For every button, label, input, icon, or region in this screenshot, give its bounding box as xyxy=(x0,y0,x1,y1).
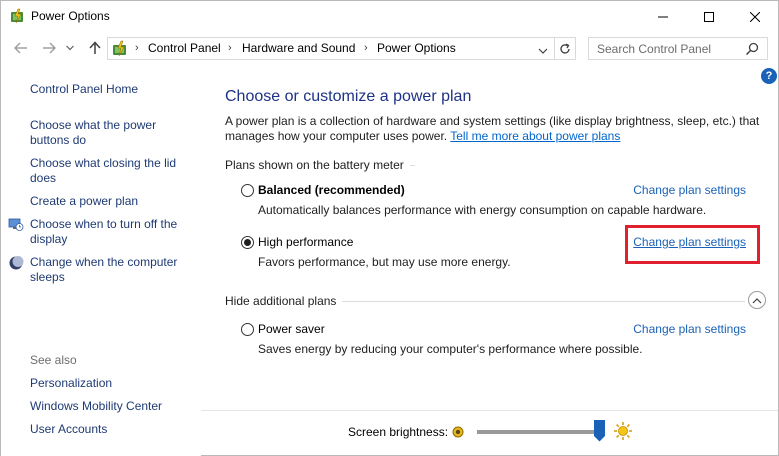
see-also-user-accounts[interactable]: User Accounts xyxy=(30,422,195,437)
high-performance-plan-description: Favors performance, but may use more ene… xyxy=(258,255,511,269)
close-button[interactable] xyxy=(732,1,778,32)
back-button[interactable] xyxy=(11,38,31,58)
sidebar-item-closing-lid[interactable]: Choose what closing the lid does xyxy=(30,156,195,186)
learn-more-link[interactable]: Tell me more about power plans xyxy=(450,129,620,143)
arrow-up-icon xyxy=(89,41,101,54)
minimize-button[interactable] xyxy=(640,1,686,32)
power-options-window: Power Options › Control Panel › Hardware… xyxy=(0,0,779,456)
power-options-app-icon xyxy=(9,8,26,25)
page-description: A power plan is a collection of hardware… xyxy=(225,114,765,144)
refresh-button[interactable] xyxy=(555,37,576,60)
brightness-slider-thumb[interactable] xyxy=(594,420,605,442)
recent-locations-button[interactable] xyxy=(64,38,76,58)
arrow-right-icon xyxy=(43,42,56,54)
dim-brightness-icon xyxy=(451,425,465,442)
battery-meter-group-label: Plans shown on the battery meter xyxy=(225,158,410,172)
brightness-slider-track[interactable] xyxy=(477,430,603,434)
power-saver-plan-description: Saves energy by reducing your computer's… xyxy=(258,342,643,356)
address-bar[interactable]: › Control Panel › Hardware and Sound › P… xyxy=(107,37,555,60)
monitor-clock-icon xyxy=(8,216,24,232)
maximize-icon xyxy=(704,11,714,22)
chevron-up-icon xyxy=(752,297,762,303)
brightness-slider-fill xyxy=(477,430,603,434)
balanced-plan-radio[interactable] xyxy=(241,184,254,197)
main-content: Choose or customize a power plan A power… xyxy=(201,61,778,411)
high-performance-plan-radio[interactable] xyxy=(241,236,254,249)
arrow-left-icon xyxy=(14,42,27,54)
bottom-divider xyxy=(201,410,778,411)
sidebar-item-computer-sleeps[interactable]: Change when the computer sleeps xyxy=(30,255,195,285)
breadcrumb-separator: › xyxy=(135,42,139,54)
see-also-personalization[interactable]: Personalization xyxy=(30,376,195,391)
collapse-plans-button[interactable] xyxy=(748,291,766,309)
chevron-down-icon xyxy=(66,45,74,51)
highlight-box xyxy=(625,225,760,264)
balanced-plan-description: Automatically balances performance with … xyxy=(258,203,707,217)
sidebar-control-panel-home[interactable]: Control Panel Home xyxy=(30,82,195,97)
page-title: Choose or customize a power plan xyxy=(225,88,472,105)
search-icon[interactable] xyxy=(745,42,759,59)
bright-brightness-icon xyxy=(613,421,633,444)
balanced-plan-name[interactable]: Balanced (recommended) xyxy=(258,183,405,197)
close-icon xyxy=(750,11,760,22)
sidebar-item-turn-off-display[interactable]: Choose when to turn off the display xyxy=(30,217,195,247)
search-box[interactable] xyxy=(588,37,768,60)
window-title: Power Options xyxy=(31,9,110,23)
breadcrumb-separator: › xyxy=(228,42,232,54)
screen-brightness-label: Screen brightness: xyxy=(348,425,449,439)
balanced-change-plan-settings-link[interactable]: Change plan settings xyxy=(633,183,746,197)
title-bar: Power Options xyxy=(1,1,778,32)
control-panel-icon xyxy=(111,40,129,58)
high-performance-plan-name[interactable]: High performance xyxy=(258,235,353,249)
search-input[interactable] xyxy=(589,38,739,59)
address-dropdown-button[interactable] xyxy=(538,44,550,54)
sidebar: Control Panel Home Choose what the power… xyxy=(1,61,201,456)
see-also-heading: See also xyxy=(30,353,77,367)
breadcrumb-separator: › xyxy=(364,42,368,54)
breadcrumb-control-panel[interactable]: Control Panel xyxy=(148,41,221,55)
breadcrumb-hardware-and-sound[interactable]: Hardware and Sound xyxy=(242,41,355,55)
power-saver-plan-radio[interactable] xyxy=(241,323,254,336)
up-button[interactable] xyxy=(85,38,105,58)
maximize-button[interactable] xyxy=(686,1,732,32)
hide-additional-plans-label[interactable]: Hide additional plans xyxy=(225,294,343,308)
sidebar-item-power-buttons[interactable]: Choose what the power buttons do xyxy=(30,118,195,148)
refresh-icon xyxy=(560,42,570,54)
chevron-down-icon xyxy=(538,48,548,54)
minimize-icon xyxy=(658,16,668,17)
moon-icon xyxy=(8,255,24,271)
see-also-mobility-center[interactable]: Windows Mobility Center xyxy=(30,399,195,414)
power-saver-change-plan-settings-link[interactable]: Change plan settings xyxy=(633,322,746,336)
breadcrumb-power-options[interactable]: Power Options xyxy=(377,41,456,55)
forward-button[interactable] xyxy=(39,38,59,58)
power-saver-plan-name[interactable]: Power saver xyxy=(258,322,325,336)
sidebar-item-create-plan[interactable]: Create a power plan xyxy=(30,194,195,209)
